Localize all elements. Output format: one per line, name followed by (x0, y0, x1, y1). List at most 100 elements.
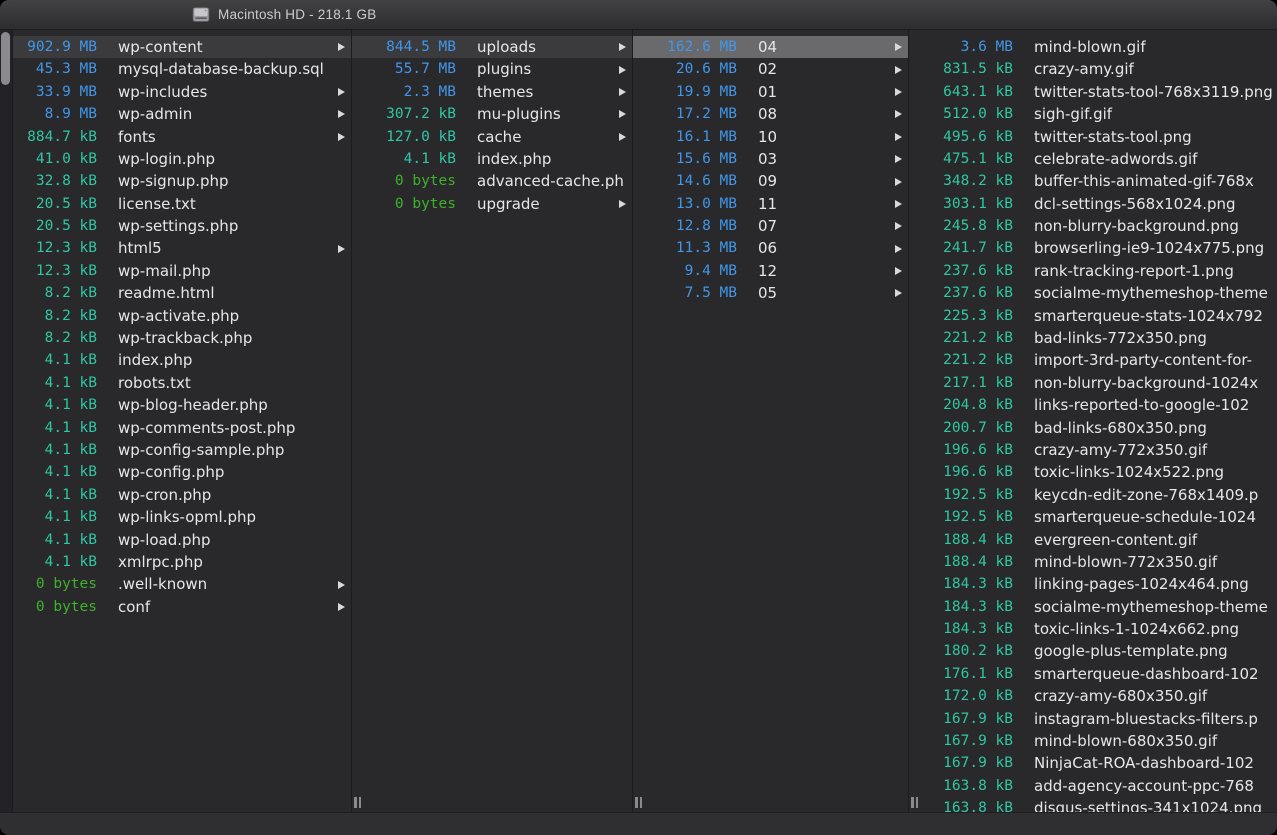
file-name: mysql-database-backup.sql (118, 61, 351, 78)
file-row[interactable]: 200.7 kBbad-links-680x350.png (909, 417, 1277, 439)
file-row[interactable]: 55.7 MBplugins (352, 58, 632, 80)
file-row[interactable]: 127.0 kBcache (352, 126, 632, 148)
file-row[interactable]: 3.6 MBmind-blown.gif (909, 36, 1277, 58)
file-row[interactable]: 19.9 MB01 (633, 81, 908, 103)
file-row[interactable]: 4.1 kBwp-load.php (0, 529, 351, 551)
left-scrollbar-thumb[interactable] (1, 32, 10, 85)
left-scrollbar-track[interactable] (0, 30, 13, 812)
file-name: disqus-settings-341x1024.png (1034, 800, 1277, 812)
file-row[interactable]: 303.1 kBdcl-settings-568x1024.png (909, 193, 1277, 215)
file-row[interactable]: 45.3 MBmysql-database-backup.sql (0, 58, 351, 80)
file-row[interactable]: 167.9 kBNinjaCat-ROA-dashboard-102 (909, 753, 1277, 775)
file-row[interactable]: 237.6 kBsocialme-mythemeshop-theme (909, 282, 1277, 304)
file-row[interactable]: 4.1 kBwp-comments-post.php (0, 417, 351, 439)
file-row[interactable]: 8.2 kBwp-activate.php (0, 305, 351, 327)
file-size: 8.2 kB (13, 286, 97, 301)
file-row[interactable]: 348.2 kBbuffer-this-animated-gif-768x (909, 170, 1277, 192)
file-row[interactable]: 192.5 kBkeycdn-edit-zone-768x1409.p (909, 484, 1277, 506)
file-row[interactable]: 8.2 kBwp-trackback.php (0, 327, 351, 349)
file-row[interactable]: 307.2 kBmu-plugins (352, 103, 632, 125)
file-row[interactable]: 9.4 MB12 (633, 260, 908, 282)
file-row[interactable]: 8.2 kBreadme.html (0, 282, 351, 304)
file-row[interactable]: 184.3 kBtoxic-links-1-1024x662.png (909, 618, 1277, 640)
file-row[interactable]: 162.6 MB04 (633, 36, 908, 58)
file-row[interactable]: 176.1 kBsmarterqueue-dashboard-102 (909, 663, 1277, 685)
file-row[interactable]: 11.3 MB06 (633, 238, 908, 260)
file-size: 15.6 MB (645, 152, 737, 167)
file-row[interactable]: 172.0 kBcrazy-amy-680x350.gif (909, 685, 1277, 707)
file-row[interactable]: 4.1 kBxmlrpc.php (0, 551, 351, 573)
file-size: 127.0 kB (364, 130, 456, 145)
file-row[interactable]: 180.2 kBgoogle-plus-template.png (909, 641, 1277, 663)
file-row[interactable]: 163.8 kBadd-agency-account-ppc-768 (909, 775, 1277, 797)
file-row[interactable]: 167.9 kBmind-blown-680x350.gif (909, 730, 1277, 752)
file-row[interactable]: 245.8 kBnon-blurry-background.png (909, 215, 1277, 237)
file-row[interactable]: 14.6 MB09 (633, 170, 908, 192)
file-row[interactable]: 7.5 MB05 (633, 282, 908, 304)
column-resize-grip[interactable] (635, 797, 638, 808)
file-row[interactable]: 0 bytesadvanced-cache.ph (352, 170, 632, 192)
file-row[interactable]: 184.3 kBsocialme-mythemeshop-theme (909, 596, 1277, 618)
title-bar[interactable]: Macintosh HD - 218.1 GB (0, 0, 1277, 30)
file-row[interactable]: 20.5 kBwp-settings.php (0, 215, 351, 237)
file-row[interactable]: 237.6 kBrank-tracking-report-1.png (909, 260, 1277, 282)
file-row[interactable]: 12.3 kBhtml5 (0, 238, 351, 260)
file-row[interactable]: 902.9 MBwp-content (0, 36, 351, 58)
file-row[interactable]: 196.6 kBcrazy-amy-772x350.gif (909, 439, 1277, 461)
file-name: 11 (758, 196, 908, 213)
file-row[interactable]: 12.3 kBwp-mail.php (0, 260, 351, 282)
file-row[interactable]: 8.9 MBwp-admin (0, 103, 351, 125)
file-row[interactable]: 241.7 kBbrowserling-ie9-1024x775.png (909, 238, 1277, 260)
file-row[interactable]: 225.3 kBsmarterqueue-stats-1024x792 (909, 305, 1277, 327)
column-divider (351, 30, 352, 812)
file-row[interactable]: 4.1 kBindex.php (0, 349, 351, 371)
file-row[interactable]: 192.5 kBsmarterqueue-schedule-1024 (909, 506, 1277, 528)
file-row[interactable]: 0 bytesupgrade (352, 193, 632, 215)
file-row[interactable]: 4.1 kBrobots.txt (0, 372, 351, 394)
file-size: 237.6 kB (921, 286, 1013, 301)
file-row[interactable]: 0 bytes.well-known (0, 573, 351, 595)
file-row[interactable]: 163.8 kBdisqus-settings-341x1024.png (909, 797, 1277, 812)
column-resize-grip[interactable] (911, 797, 914, 808)
file-row[interactable]: 4.1 kBwp-config.php (0, 461, 351, 483)
file-row[interactable]: 831.5 kBcrazy-amy.gif (909, 58, 1277, 80)
file-row[interactable]: 188.4 kBmind-blown-772x350.gif (909, 551, 1277, 573)
file-row[interactable]: 4.1 kBwp-config-sample.php (0, 439, 351, 461)
file-row[interactable]: 0 bytesconf (0, 596, 351, 618)
file-size: 4.1 kB (13, 376, 97, 391)
disclosure-triangle-icon (338, 43, 345, 51)
file-row[interactable]: 33.9 MBwp-includes (0, 81, 351, 103)
file-row[interactable]: 221.2 kBbad-links-772x350.png (909, 327, 1277, 349)
file-row[interactable]: 643.1 kBtwitter-stats-tool-768x3119.png (909, 81, 1277, 103)
file-row[interactable]: 17.2 MB08 (633, 103, 908, 125)
file-row[interactable]: 20.6 MB02 (633, 58, 908, 80)
file-row[interactable]: 32.8 kBwp-signup.php (0, 170, 351, 192)
file-row[interactable]: 221.2 kBimport-3rd-party-content-for- (909, 349, 1277, 371)
file-row[interactable]: 2.3 MBthemes (352, 81, 632, 103)
file-row[interactable]: 188.4 kBevergreen-content.gif (909, 529, 1277, 551)
file-size: 307.2 kB (364, 107, 456, 122)
file-row[interactable]: 41.0 kBwp-login.php (0, 148, 351, 170)
file-row[interactable]: 4.1 kBwp-cron.php (0, 484, 351, 506)
file-row[interactable]: 475.1 kBcelebrate-adwords.gif (909, 148, 1277, 170)
file-row[interactable]: 495.6 kBtwitter-stats-tool.png (909, 126, 1277, 148)
file-row[interactable]: 12.8 MB07 (633, 215, 908, 237)
file-row[interactable]: 512.0 kBsigh-gif.gif (909, 103, 1277, 125)
file-row[interactable]: 4.1 kBwp-links-opml.php (0, 506, 351, 528)
file-row[interactable]: 20.5 kBlicense.txt (0, 193, 351, 215)
file-name: wp-login.php (118, 151, 351, 168)
file-row[interactable]: 15.6 MB03 (633, 148, 908, 170)
file-row[interactable]: 884.7 kBfonts (0, 126, 351, 148)
file-row[interactable]: 4.1 kBindex.php (352, 148, 632, 170)
file-row[interactable]: 204.8 kBlinks-reported-to-google-102 (909, 394, 1277, 416)
file-row[interactable]: 4.1 kBwp-blog-header.php (0, 394, 351, 416)
file-row[interactable]: 184.3 kBlinking-pages-1024x464.png (909, 573, 1277, 595)
column-resize-grip[interactable] (354, 797, 357, 808)
file-name: smarterqueue-schedule-1024 (1034, 509, 1277, 526)
file-row[interactable]: 13.0 MB11 (633, 193, 908, 215)
file-row[interactable]: 844.5 MBuploads (352, 36, 632, 58)
file-row[interactable]: 217.1 kBnon-blurry-background-1024x (909, 372, 1277, 394)
file-row[interactable]: 196.6 kBtoxic-links-1024x522.png (909, 461, 1277, 483)
file-row[interactable]: 167.9 kBinstagram-bluestacks-filters.p (909, 708, 1277, 730)
file-row[interactable]: 16.1 MB10 (633, 126, 908, 148)
